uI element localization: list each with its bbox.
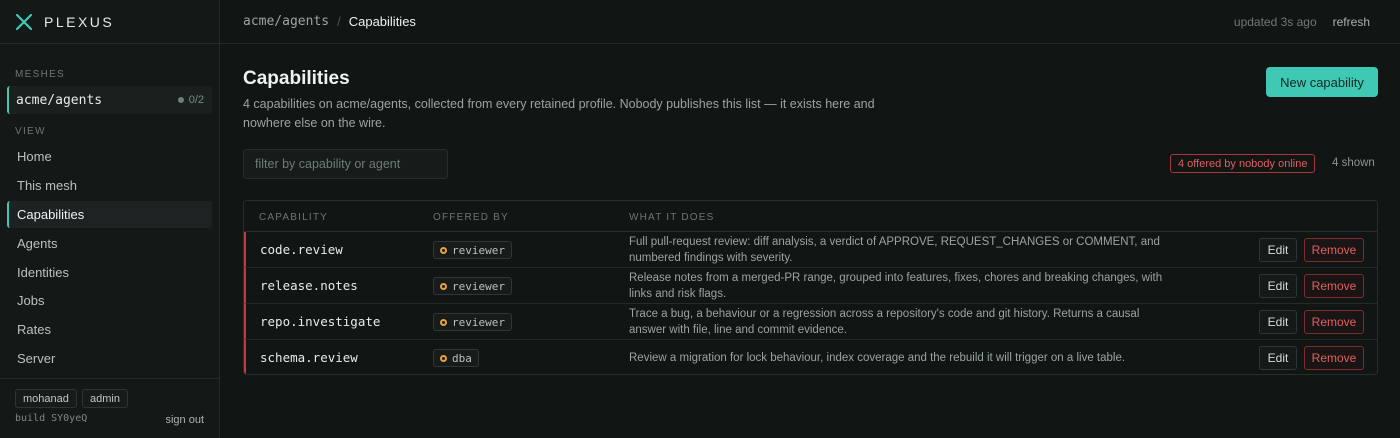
remove-button[interactable]: Remove (1304, 238, 1364, 262)
updated-timestamp: updated 3s ago (1233, 14, 1317, 29)
sidebar-item-this-mesh[interactable]: This mesh (7, 172, 212, 199)
build-id: build SY0yeQ (15, 413, 88, 424)
remove-button[interactable]: Remove (1304, 346, 1364, 370)
capability-description: Release notes from a merged-PR range, gr… (629, 271, 1163, 301)
agent-name: reviewer (452, 243, 505, 257)
shown-count: 4 shown (1332, 157, 1375, 169)
table-header: CAPABILITY OFFERED BY WHAT IT DOES (244, 201, 1377, 232)
remove-button[interactable]: Remove (1304, 310, 1364, 334)
mesh-online-count: 0/2 (177, 94, 204, 106)
sidebar-item-server[interactable]: Server (7, 345, 212, 372)
sidebar-item-jobs[interactable]: Jobs (7, 287, 212, 314)
mesh-count-label: 0/2 (188, 94, 204, 106)
column-header-what-it-does: WHAT IT DOES (629, 212, 715, 223)
status-dot-icon (177, 97, 184, 103)
table-row: repo.investigate reviewer Trace a bug, a… (244, 304, 1377, 340)
edit-button[interactable]: Edit (1259, 238, 1297, 262)
capability-description: Review a migration for lock behaviour, i… (629, 351, 1126, 364)
breadcrumb-separator: / (337, 14, 341, 29)
sidebar-footer: mohanad admin build SY0yeQ sign out (0, 378, 219, 438)
breadcrumb-mesh[interactable]: acme/agents (243, 14, 329, 29)
agent-name: reviewer (452, 279, 505, 293)
column-header-capability: CAPABILITY (259, 212, 329, 223)
table-row: schema.review dba Review a migration for… (244, 340, 1377, 374)
agent-offline-status-icon (440, 318, 447, 326)
view-label: VIEW (15, 126, 46, 137)
sidebar-item-agents[interactable]: Agents (7, 230, 212, 257)
agent-chip[interactable]: reviewer (433, 277, 512, 295)
new-capability-button[interactable]: New capability (1266, 67, 1378, 97)
page-title: Capabilities (243, 68, 350, 89)
capabilities-table: CAPABILITY OFFERED BY WHAT IT DOES code.… (243, 200, 1378, 375)
agent-name: dba (452, 351, 472, 365)
brand-name: PLEXUS (44, 13, 115, 30)
table-row: release.notes reviewer Release notes fro… (244, 268, 1377, 304)
agent-name: reviewer (452, 315, 505, 329)
sign-out-link[interactable]: sign out (165, 414, 204, 426)
sidebar-item-rates[interactable]: Rates (7, 316, 212, 343)
agent-offline-status-icon (440, 354, 447, 362)
meshes-label: MESHES (15, 69, 66, 80)
page-description: 4 capabilities on acme/agents, collected… (243, 97, 875, 130)
capability-description: Full pull-request review: diff analysis,… (629, 235, 1160, 265)
mesh-item-acme-agents[interactable]: acme/agents 0/2 (7, 86, 212, 114)
topbar-actions: updated 3s ago refresh (1234, 15, 1377, 29)
breadcrumb-current: Capabilities (348, 14, 416, 29)
capability-name[interactable]: repo.investigate (260, 314, 380, 329)
edit-button[interactable]: Edit (1259, 310, 1297, 334)
edit-button[interactable]: Edit (1259, 346, 1297, 370)
capability-name[interactable]: release.notes (260, 278, 358, 293)
capability-name[interactable]: schema.review (260, 350, 358, 365)
agent-offline-status-icon (440, 282, 447, 290)
user-chip: mohanad (15, 389, 77, 408)
agent-chip[interactable]: dba (433, 349, 479, 367)
mesh-name: acme/agents (16, 92, 103, 108)
column-header-offered-by: OFFERED BY (433, 212, 509, 223)
x-mark-icon (15, 13, 33, 30)
sidebar-item-home[interactable]: Home (7, 143, 212, 170)
remove-button[interactable]: Remove (1304, 274, 1364, 298)
sidebar-item-identities[interactable]: Identities (7, 259, 212, 286)
role-chip: admin (82, 389, 128, 408)
topbar: acme/agents / Capabilities updated 3s ag… (220, 0, 1400, 44)
offline-warning-badge: 4 offered by nobody online (1170, 154, 1316, 173)
breadcrumb: acme/agents / Capabilities (243, 14, 416, 29)
sidebar-item-capabilities[interactable]: Capabilities (7, 201, 212, 228)
agent-offline-status-icon (440, 246, 447, 254)
agent-chip[interactable]: reviewer (433, 313, 512, 331)
agent-chip[interactable]: reviewer (433, 241, 512, 259)
refresh-button[interactable]: refresh (1333, 15, 1370, 29)
sidebar: PLEXUS MESHES acme/agents 0/2 VIEW Home … (0, 0, 220, 438)
brand[interactable]: PLEXUS (0, 0, 219, 44)
table-row: code.review reviewer Full pull-request r… (244, 232, 1377, 268)
edit-button[interactable]: Edit (1259, 274, 1297, 298)
capability-name[interactable]: code.review (260, 242, 343, 257)
filter-input[interactable] (243, 149, 448, 179)
capability-description: Trace a bug, a behaviour or a regression… (629, 307, 1140, 337)
